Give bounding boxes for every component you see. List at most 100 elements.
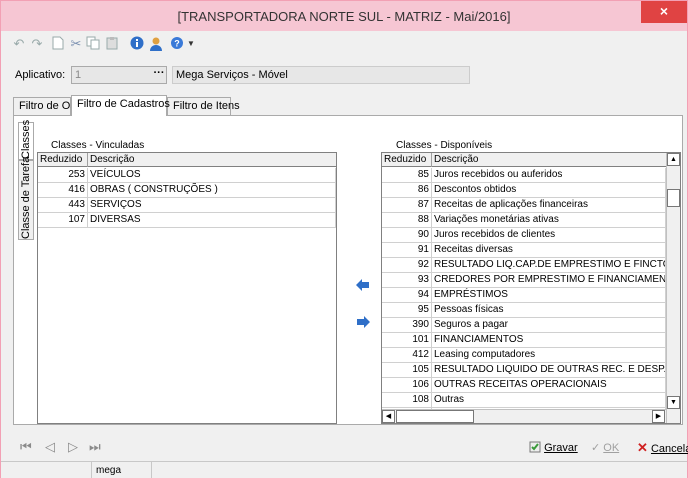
table-row[interactable]: 412 Leasing computadores: [382, 348, 666, 363]
scroll-right-button[interactable]: ▶: [652, 410, 665, 423]
side-tab-classe-tarefa-label: Classe de Tarefa: [20, 156, 32, 239]
info-icon[interactable]: [129, 36, 145, 52]
last-record-icon[interactable]: ⏭: [89, 440, 101, 453]
cell-reduzido: 87: [382, 198, 432, 213]
table-row[interactable]: 94 EMPRÉSTIMOS: [382, 288, 666, 303]
tab-filtro-cadastros[interactable]: Filtro de Cadastros: [71, 95, 170, 116]
undo-icon[interactable]: ↶: [11, 36, 27, 52]
column-header-reduzido[interactable]: Reduzido: [38, 153, 88, 167]
cell-descricao: Juros recebidos ou auferidos: [432, 168, 666, 183]
scroll-thumb[interactable]: [667, 189, 680, 207]
cell-descricao: Juros recebidos de clientes: [432, 228, 666, 243]
cancela-label: Cancela: [650, 443, 688, 455]
prior-record-icon[interactable]: ◁: [45, 440, 55, 453]
cancela-button[interactable]: ✕ Cancela: [637, 440, 688, 456]
cell-descricao: Descontos obtidos: [432, 183, 666, 198]
cell-reduzido: 416: [38, 183, 88, 198]
cell-reduzido: 390: [382, 318, 432, 333]
lookup-button[interactable]: ···: [150, 66, 168, 84]
cell-descricao: FINANCIAMENTOS: [432, 333, 666, 348]
status-divider: [151, 462, 153, 478]
table-row[interactable]: 88 Variações monetárias ativas: [382, 213, 666, 228]
table-row[interactable]: 106 OUTRAS RECEITAS OPERACIONAIS: [382, 378, 666, 393]
cell-reduzido: 412: [382, 348, 432, 363]
aplicativo-label: Aplicativo:: [15, 69, 66, 81]
horizontal-scrollbar[interactable]: ◀ ▶: [382, 409, 666, 423]
tab-filtro-itens[interactable]: Filtro de Itens: [167, 97, 240, 115]
table-row[interactable]: 86 Descontos obtidos: [382, 183, 666, 198]
table-row[interactable]: 253 VEÍCULOS: [38, 168, 336, 183]
table-row[interactable]: 108 Outras: [382, 393, 666, 408]
table-row[interactable]: 107 DIVERSAS: [38, 213, 336, 228]
cell-descricao: Receitas de aplicações financeiras: [432, 198, 666, 213]
table-row[interactable]: 85 Juros recebidos ou auferidos: [382, 168, 666, 183]
remove-left-arrow-icon[interactable]: [356, 279, 370, 291]
cell-reduzido: 106: [382, 378, 432, 393]
scroll-left-button[interactable]: ◀: [382, 410, 395, 423]
vertical-scrollbar[interactable]: ▲ ▼: [666, 153, 680, 423]
first-record-icon[interactable]: ⏮: [20, 440, 32, 453]
cell-descricao: Pessoas físicas: [432, 303, 666, 318]
table-row[interactable]: 95 Pessoas físicas: [382, 303, 666, 318]
cell-reduzido: 86: [382, 183, 432, 198]
table-row[interactable]: 90 Juros recebidos de clientes: [382, 228, 666, 243]
table-row[interactable]: 101 FINANCIAMENTOS: [382, 333, 666, 348]
cell-descricao: Outras: [432, 393, 666, 408]
column-header-reduzido[interactable]: Reduzido: [382, 153, 432, 167]
table-row[interactable]: 416 OBRAS ( CONSTRUÇÕES ): [38, 183, 336, 198]
disponiveis-header: Reduzido Descrição: [382, 153, 680, 167]
user-icon[interactable]: [148, 36, 164, 52]
cell-descricao: VEÍCULOS: [88, 168, 336, 183]
title-bar: [TRANSPORTADORA NORTE SUL - MATRIZ - Mai…: [1, 1, 687, 31]
cell-descricao: Leasing computadores: [432, 348, 666, 363]
table-row[interactable]: 87 Receitas de aplicações financeiras: [382, 198, 666, 213]
cell-descricao: OBRAS ( CONSTRUÇÕES ): [88, 183, 336, 198]
cell-descricao: Variações monetárias ativas: [432, 213, 666, 228]
cell-descricao: Seguros a pagar: [432, 318, 666, 333]
vinculadas-header: Reduzido Descrição: [38, 153, 336, 167]
table-row[interactable]: 443 SERVIÇOS: [38, 198, 336, 213]
next-record-icon[interactable]: ▷: [68, 440, 78, 453]
dropdown-icon[interactable]: ▼: [183, 36, 199, 52]
cell-descricao: DIVERSAS: [88, 213, 336, 228]
save-icon: [529, 441, 541, 453]
table-row[interactable]: 93 CREDORES POR EMPRESTIMO E FINANCIAMENT…: [382, 273, 666, 288]
cell-reduzido: 443: [38, 198, 88, 213]
cut-icon[interactable]: ✂: [68, 36, 84, 52]
check-icon: ✓: [591, 442, 601, 454]
side-tab-classe-tarefa[interactable]: Classe de Tarefa: [18, 156, 34, 240]
window-title: [TRANSPORTADORA NORTE SUL - MATRIZ - Mai…: [177, 9, 511, 24]
cell-reduzido: 253: [38, 168, 88, 183]
scroll-up-button[interactable]: ▲: [667, 153, 680, 166]
side-tab-classes-label: Classes: [20, 119, 32, 159]
cell-descricao: OUTRAS RECEITAS OPERACIONAIS: [432, 378, 666, 393]
cell-reduzido: 88: [382, 213, 432, 228]
toolbar: ↶ ↷ ✂ ? ▼: [1, 31, 687, 58]
ok-button[interactable]: ✓ OK: [591, 440, 619, 456]
copy-icon[interactable]: [85, 36, 101, 52]
side-tab-classes[interactable]: Classes: [18, 119, 34, 160]
column-header-descricao[interactable]: Descrição: [432, 153, 666, 167]
add-right-arrow-icon[interactable]: [356, 316, 370, 328]
new-doc-icon[interactable]: [50, 36, 66, 52]
record-navigator: ⏮ ◁ ▷ ⏭: [1, 433, 687, 461]
hscroll-thumb[interactable]: [396, 410, 474, 423]
paste-icon[interactable]: [104, 36, 120, 52]
gravar-button[interactable]: Gravar: [529, 440, 578, 456]
scroll-down-button[interactable]: ▼: [667, 396, 680, 409]
vinculadas-label: Classes - Vinculadas: [51, 140, 145, 151]
table-row[interactable]: 105 RESULTADO LIQUIDO DE OUTRAS REC. E DE…: [382, 363, 666, 378]
column-header-descricao[interactable]: Descrição: [88, 153, 336, 167]
table-row[interactable]: 390 Seguros a pagar: [382, 318, 666, 333]
close-button[interactable]: ×: [641, 1, 687, 23]
redo-icon[interactable]: ↷: [29, 36, 45, 52]
cell-reduzido: 90: [382, 228, 432, 243]
disponiveis-grid: Reduzido Descrição 85 Juros recebidos ou …: [381, 152, 681, 424]
table-row[interactable]: 92 RESULTADO LIQ.CAP.DE EMPRESTIMO E FINC…: [382, 258, 666, 273]
cell-reduzido: 85: [382, 168, 432, 183]
vinculadas-grid: Reduzido Descrição 253 VEÍCULOS 416 OBRA…: [37, 152, 337, 424]
cell-reduzido: 92: [382, 258, 432, 273]
cell-descricao: RESULTADO LIQ.CAP.DE EMPRESTIMO E FINCTO…: [432, 258, 666, 273]
tab-filtro-os[interactable]: Filtro de OS: [13, 97, 78, 115]
table-row[interactable]: 91 Receitas diversas: [382, 243, 666, 258]
